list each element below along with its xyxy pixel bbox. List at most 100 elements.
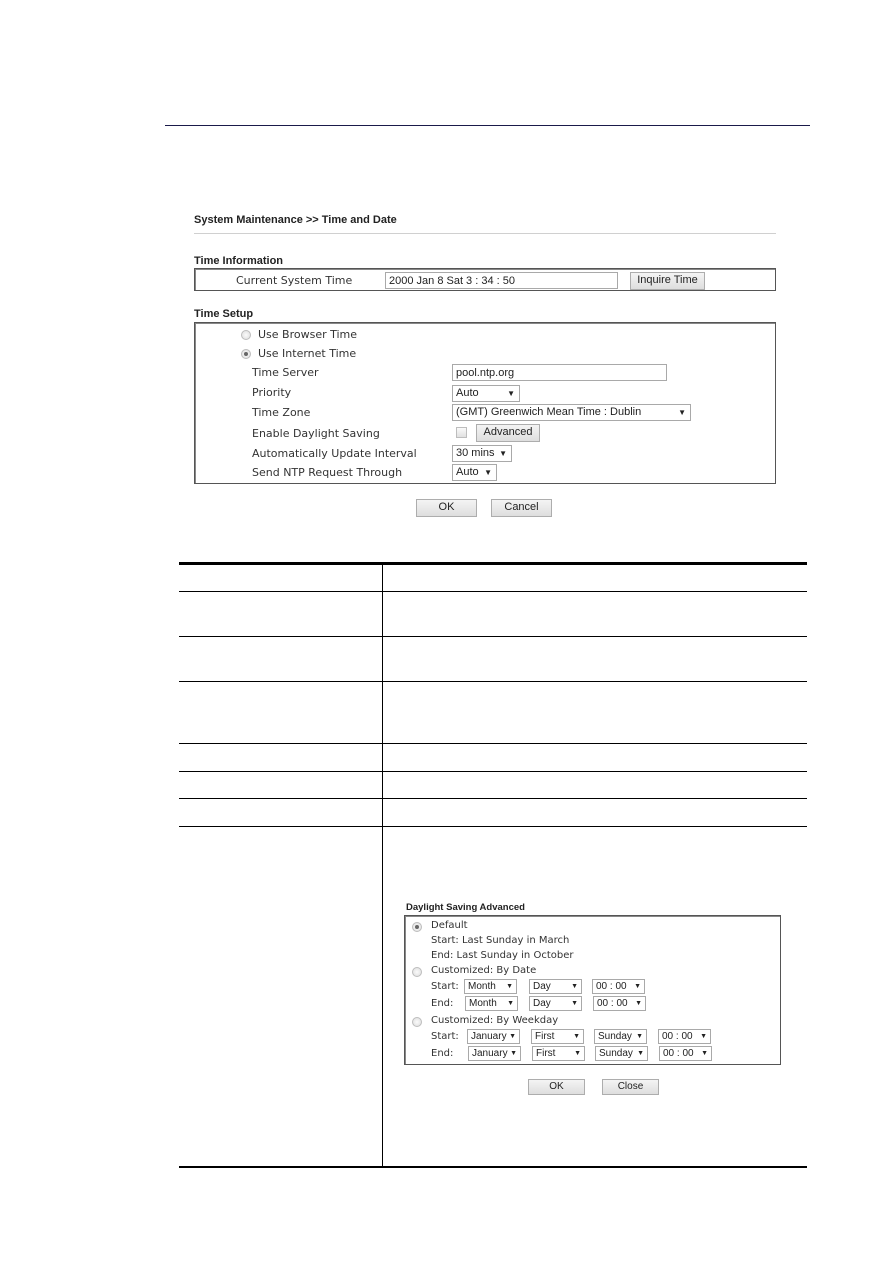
dropdown-arrow-icon: ▼ — [507, 1000, 514, 1007]
select-value: Sunday — [598, 1031, 632, 1042]
update-interval-value: 30 mins — [456, 447, 495, 459]
time-setup-panel: Use Browser Time Use Internet Time Time … — [194, 322, 776, 484]
dropdown-arrow-icon: ▼ — [635, 1000, 642, 1007]
dropdown-arrow-icon: ▼ — [571, 1000, 578, 1007]
dropdown-arrow-icon: ▼ — [506, 983, 513, 990]
dropdown-arrow-icon: ▼ — [571, 983, 578, 990]
dropdown-arrow-icon: ▼ — [509, 1033, 516, 1040]
time-server-label: Time Server — [252, 366, 319, 379]
ok-button[interactable]: OK — [416, 499, 477, 517]
dropdown-arrow-icon: ▼ — [637, 1050, 644, 1057]
select-value: First — [535, 1031, 555, 1042]
default-end-text: End: Last Sunday in October — [431, 950, 574, 961]
browser-time-label: Use Browser Time — [258, 328, 358, 341]
cancel-button[interactable]: Cancel — [491, 499, 552, 517]
time-zone-select[interactable]: (GMT) Greenwich Mean Time : Dublin ▼ — [452, 404, 691, 421]
table-top-rule — [179, 562, 807, 565]
update-interval-select[interactable]: 30 mins ▼ — [452, 445, 512, 462]
dropdown-arrow-icon: ▼ — [636, 1033, 643, 1040]
by-weekday-radio[interactable] — [412, 1017, 422, 1027]
by-weekday-end-label: End: — [431, 1048, 454, 1059]
dropdown-arrow-icon: ▼ — [678, 408, 686, 417]
dropdown-arrow-icon: ▼ — [573, 1033, 580, 1040]
dropdown-arrow-icon: ▼ — [499, 449, 507, 458]
time-information-panel: Current System Time 2000 Jan 8 Sat 3 : 3… — [194, 268, 776, 291]
by-weekday-label: Customized: By Weekday — [431, 1015, 559, 1026]
by-date-start-day-select[interactable]: Day ▼ — [529, 979, 582, 994]
ntp-through-value: Auto — [456, 466, 479, 478]
update-interval-label: Automatically Update Interval — [252, 447, 417, 460]
table-row-divider — [179, 636, 807, 637]
by-date-start-time-select[interactable]: 00 : 00 ▼ — [592, 979, 645, 994]
page-header-rule — [165, 125, 810, 126]
daylight-saving-panel: Default Start: Last Sunday in March End:… — [404, 915, 781, 1065]
daylight-saving-checkbox[interactable] — [456, 427, 467, 438]
browser-time-radio[interactable] — [241, 330, 251, 340]
dialog-close-button[interactable]: Close — [602, 1079, 659, 1095]
default-radio[interactable] — [412, 922, 422, 932]
dialog-ok-button[interactable]: OK — [528, 1079, 585, 1095]
by-weekday-start-month-select[interactable]: January ▼ — [467, 1029, 520, 1044]
priority-label: Priority — [252, 386, 292, 399]
select-value: January — [471, 1031, 507, 1042]
time-zone-label: Time Zone — [252, 406, 311, 419]
by-date-end-time-select[interactable]: 00 : 00 ▼ — [593, 996, 646, 1011]
internet-time-label: Use Internet Time — [258, 347, 357, 360]
select-value: 00 : 00 — [662, 1031, 693, 1042]
by-date-start-label: Start: — [431, 981, 459, 992]
by-date-start-month-select[interactable]: Month ▼ — [464, 979, 517, 994]
default-label: Default — [431, 920, 468, 931]
select-value: Month — [469, 998, 497, 1009]
table-bottom-rule — [179, 1166, 807, 1168]
by-date-end-month-select[interactable]: Month ▼ — [465, 996, 518, 1011]
daylight-saving-label: Enable Daylight Saving — [252, 427, 380, 440]
time-information-title: Time Information — [194, 255, 284, 267]
select-value: 00 : 00 — [596, 981, 627, 992]
dropdown-arrow-icon: ▼ — [574, 1050, 581, 1057]
dialog-title: Daylight Saving Advanced — [406, 902, 525, 913]
table-row-divider — [179, 771, 807, 772]
table-column-divider — [382, 565, 383, 1167]
dropdown-arrow-icon: ▼ — [700, 1033, 707, 1040]
ntp-through-select[interactable]: Auto ▼ — [452, 464, 497, 481]
time-server-input[interactable]: pool.ntp.org — [452, 364, 667, 381]
table-row-divider — [179, 826, 807, 827]
by-weekday-start-week-select[interactable]: First ▼ — [531, 1029, 584, 1044]
internet-time-radio[interactable] — [241, 349, 251, 359]
breadcrumb-divider — [194, 233, 776, 234]
by-weekday-end-month-select[interactable]: January ▼ — [468, 1046, 521, 1061]
by-weekday-end-weekday-select[interactable]: Sunday ▼ — [595, 1046, 648, 1061]
inquire-time-button[interactable]: Inquire Time — [630, 272, 705, 290]
dropdown-arrow-icon: ▼ — [510, 1050, 517, 1057]
select-value: Month — [468, 981, 496, 992]
select-value: First — [536, 1048, 556, 1059]
breadcrumb: System Maintenance >> Time and Date — [194, 214, 397, 226]
time-setup-title: Time Setup — [194, 308, 254, 320]
dropdown-arrow-icon: ▼ — [634, 983, 641, 990]
dropdown-arrow-icon: ▼ — [507, 389, 515, 398]
by-date-end-day-select[interactable]: Day ▼ — [529, 996, 582, 1011]
dropdown-arrow-icon: ▼ — [701, 1050, 708, 1057]
table-row-divider — [179, 591, 807, 592]
by-weekday-end-week-select[interactable]: First ▼ — [532, 1046, 585, 1061]
select-value: 00 : 00 — [597, 998, 628, 1009]
table-row-divider — [179, 743, 807, 744]
by-weekday-start-weekday-select[interactable]: Sunday ▼ — [594, 1029, 647, 1044]
advanced-button[interactable]: Advanced — [476, 424, 540, 442]
time-zone-value: (GMT) Greenwich Mean Time : Dublin — [456, 406, 642, 418]
by-date-end-label: End: — [431, 998, 454, 1009]
table-row-divider — [179, 681, 807, 682]
priority-select[interactable]: Auto ▼ — [452, 385, 520, 402]
by-date-radio[interactable] — [412, 967, 422, 977]
current-time-field[interactable]: 2000 Jan 8 Sat 3 : 34 : 50 — [385, 272, 618, 289]
default-start-text: Start: Last Sunday in March — [431, 935, 570, 946]
select-value: Sunday — [599, 1048, 633, 1059]
by-weekday-end-time-select[interactable]: 00 : 00 ▼ — [659, 1046, 712, 1061]
by-date-label: Customized: By Date — [431, 965, 537, 976]
current-time-label: Current System Time — [236, 274, 353, 287]
table-row-divider — [179, 798, 807, 799]
dropdown-arrow-icon: ▼ — [484, 468, 492, 477]
ntp-through-label: Send NTP Request Through — [252, 466, 403, 479]
select-value: Day — [533, 981, 551, 992]
by-weekday-start-time-select[interactable]: 00 : 00 ▼ — [658, 1029, 711, 1044]
